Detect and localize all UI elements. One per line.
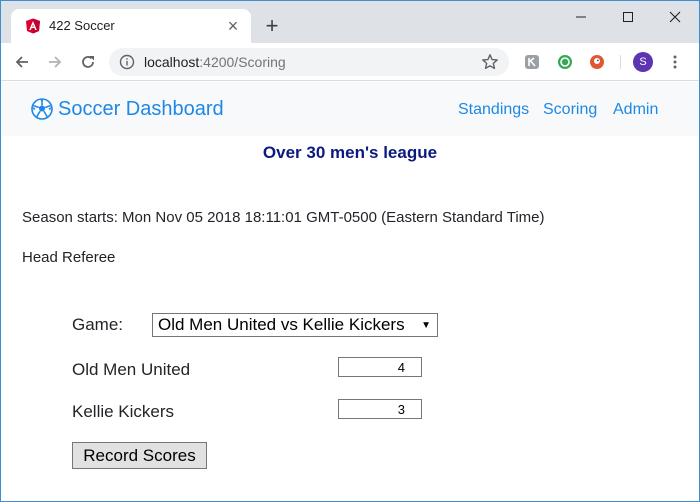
duckduckgo-icon[interactable]	[587, 52, 607, 72]
game-select[interactable]: Old Men United vs Kellie Kickers ▼	[152, 313, 438, 337]
url-path: :4200/Scoring	[199, 54, 286, 70]
new-tab-icon[interactable]: +	[259, 14, 285, 40]
brand-title: Soccer Dashboard	[58, 98, 224, 120]
tab-title: 422 Soccer	[49, 18, 115, 33]
brand-link[interactable]: Soccer Dashboard	[31, 97, 224, 121]
grammar-extension-icon[interactable]	[555, 52, 575, 72]
head-referee-label: Head Referee	[22, 249, 116, 266]
record-scores-button[interactable]: Record Scores	[72, 442, 207, 469]
address-bar[interactable]: localhost:4200/Scoring	[109, 48, 509, 76]
dropdown-arrow-icon: ▼	[421, 320, 431, 331]
season-start-text: Season starts: Mon Nov 05 2018 18:11:01 …	[22, 209, 545, 226]
league-title: Over 30 men's league	[262, 143, 438, 162]
browser-tab[interactable]: 422 Soccer ×	[11, 9, 251, 43]
page-content: Soccer Dashboard Standings Scoring Admin…	[1, 82, 699, 501]
reload-icon[interactable]	[77, 51, 99, 73]
nav-link-admin[interactable]: Admin	[613, 100, 658, 120]
home-score-input[interactable]	[338, 357, 422, 377]
more-menu-icon[interactable]	[665, 52, 685, 72]
back-arrow-icon[interactable]	[11, 51, 33, 73]
close-tab-icon[interactable]: ×	[223, 16, 243, 36]
angular-icon	[26, 18, 40, 34]
minimize-icon[interactable]	[558, 1, 604, 33]
close-window-icon[interactable]	[652, 1, 698, 33]
url-text[interactable]: localhost:4200/Scoring	[144, 54, 286, 70]
maximize-icon[interactable]	[605, 1, 651, 33]
game-label: Game:	[72, 315, 124, 334]
forward-arrow-icon[interactable]	[44, 51, 66, 73]
game-select-value: Old Men United vs Kellie Kickers	[158, 315, 405, 334]
bookmark-star-icon[interactable]	[481, 53, 499, 71]
toolbar-divider	[620, 55, 621, 69]
nav-link-scoring[interactable]: Scoring	[543, 100, 597, 120]
soccer-ball-icon	[31, 98, 53, 120]
title-bar: 422 Soccer × +	[1, 1, 699, 43]
nav-link-standings[interactable]: Standings	[458, 100, 529, 120]
extension-icon[interactable]	[522, 52, 542, 72]
browser-window: 422 Soccer × + localhost:4200/Scoring S …	[0, 0, 700, 502]
away-score-input[interactable]	[338, 399, 422, 419]
home-team-label: Old Men United	[72, 360, 191, 379]
browser-toolbar: localhost:4200/Scoring S	[1, 43, 699, 81]
url-host: localhost	[144, 54, 200, 70]
away-team-label: Kellie Kickers	[72, 402, 175, 421]
info-icon[interactable]	[119, 54, 135, 70]
app-navbar: Soccer Dashboard Standings Scoring Admin	[1, 82, 699, 136]
profile-avatar[interactable]: S	[633, 52, 653, 72]
